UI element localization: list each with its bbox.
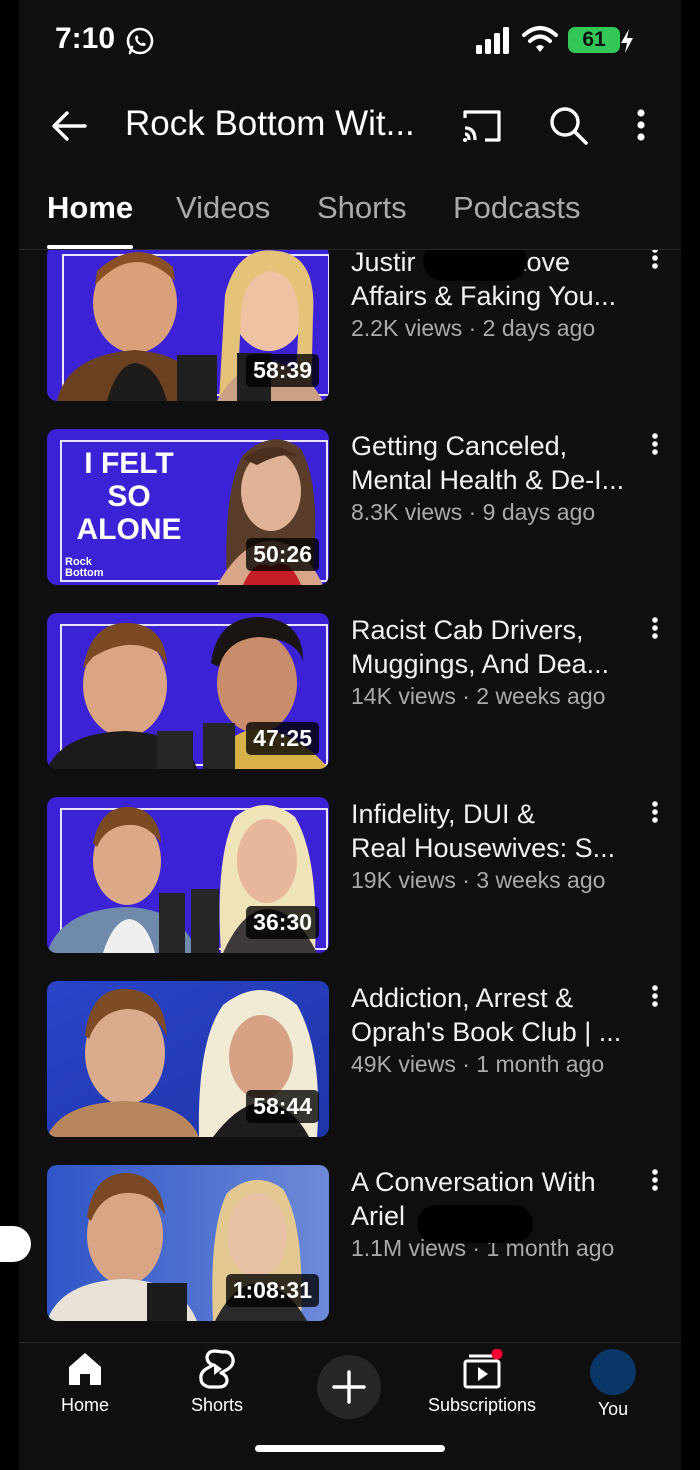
cast-icon[interactable]	[461, 106, 503, 146]
more-vert-icon[interactable]	[645, 799, 665, 829]
thumb-text: ALONE	[77, 513, 182, 546]
video-title[interactable]: Addiction, Arrest & Oprah's Book Club | …	[351, 981, 641, 1049]
thumb-text: SO	[107, 480, 150, 513]
video-meta[interactable]: Justir Love Affairs & Faking You... 2.2K …	[351, 250, 641, 343]
video-title[interactable]: Infidelity, DUI & Real Housewives: S...	[351, 797, 641, 865]
video-duration: 58:39	[246, 354, 319, 387]
video-thumbnail[interactable]: 36:30	[47, 797, 329, 953]
video-duration: 50:26	[246, 538, 319, 571]
create-button[interactable]	[317, 1355, 381, 1419]
video-meta[interactable]: Infidelity, DUI & Real Housewives: S... …	[351, 797, 641, 895]
video-list[interactable]: 58:39 Justir Love Affairs & Faking You...…	[19, 250, 681, 1342]
title-line-1: Infidelity, DUI &	[351, 799, 536, 829]
list-item[interactable]: 1:08:31 A Conversation With Ariel 1.1M v…	[19, 1165, 681, 1321]
video-meta[interactable]: Racist Cab Drivers, Muggings, And Dea...…	[351, 613, 641, 711]
title-line-2: Mental Health & De-I...	[351, 465, 625, 495]
title-line-2: Real Housewives: S...	[351, 833, 616, 863]
tab-podcasts[interactable]: Podcasts	[453, 190, 581, 226]
nav-shorts-label: Shorts	[190, 1395, 244, 1415]
video-stats: 8.3K views · 9 days ago	[351, 499, 596, 525]
video-meta[interactable]: Getting Canceled, Mental Health & De-I..…	[351, 429, 641, 527]
youtube-channel-screen: 7:10 61 Rock Bottom Wit... Home Videos S…	[19, 0, 681, 1470]
channel-header: Rock Bottom Wit...	[19, 88, 681, 168]
charging-bolt-icon	[621, 29, 633, 53]
more-vert-icon[interactable]	[645, 1167, 665, 1197]
more-vert-icon[interactable]	[645, 983, 665, 1013]
video-thumbnail[interactable]: 47:25	[47, 613, 329, 769]
video-duration: 58:44	[246, 1090, 319, 1123]
video-duration: 1:08:31	[225, 1274, 319, 1307]
subscriptions-icon	[463, 1349, 503, 1389]
video-thumbnail[interactable]: 58:44	[47, 981, 329, 1137]
nav-subscriptions-label: Subscriptions	[427, 1395, 537, 1415]
video-thumbnail[interactable]: 1:08:31	[47, 1165, 329, 1321]
status-time: 7:10	[55, 22, 116, 55]
title-line-2: Muggings, And Dea...	[351, 649, 610, 679]
battery-icon: 61	[568, 27, 620, 53]
create-plus-icon	[332, 1370, 366, 1404]
video-thumbnail[interactable]: 58:39	[47, 250, 329, 401]
tab-home[interactable]: Home	[47, 190, 133, 226]
nav-you-label[interactable]: You	[573, 1399, 653, 1420]
channel-title: Rock Bottom Wit...	[125, 104, 415, 143]
whatsapp-icon	[126, 27, 154, 55]
status-bar: 7:10 61	[19, 0, 681, 80]
title-line-2: Affairs & Faking You...	[351, 281, 617, 311]
video-meta[interactable]: Addiction, Arrest & Oprah's Book Club | …	[351, 981, 641, 1079]
redaction-mark	[417, 1205, 533, 1243]
search-icon[interactable]	[547, 104, 589, 146]
home-indicator	[255, 1445, 445, 1452]
thumb-text: I FELT	[84, 447, 173, 480]
redaction-mark	[423, 250, 527, 281]
title-line-2: Oprah's Book Club | ...	[351, 1017, 622, 1047]
title-line-1: Racist Cab Drivers,	[351, 615, 584, 645]
shorts-icon	[199, 1349, 235, 1389]
wifi-icon	[522, 26, 558, 52]
video-stats: 2.2K views · 2 days ago	[351, 315, 596, 341]
video-duration: 36:30	[246, 906, 319, 939]
title-segment: Justir	[351, 250, 416, 277]
channel-tabs: Home Videos Shorts Podcasts	[19, 180, 681, 250]
bottom-navigation: Home Shorts Subscriptions You	[19, 1342, 681, 1470]
list-item[interactable]: 58:39 Justir Love Affairs & Faking You...…	[19, 250, 681, 401]
nav-shorts[interactable]: Shorts	[157, 1349, 277, 1416]
title-line-1: A Conversation With	[351, 1167, 596, 1197]
thumb-logo: Bottom	[65, 567, 104, 579]
signal-icon	[476, 27, 509, 54]
video-title[interactable]: Getting Canceled, Mental Health & De-I..…	[351, 429, 641, 497]
tab-videos[interactable]: Videos	[176, 190, 270, 226]
active-tab-indicator	[47, 245, 133, 249]
nav-home-label: Home	[60, 1395, 109, 1415]
nav-home[interactable]: Home	[25, 1349, 145, 1416]
back-arrow-icon[interactable]	[49, 106, 89, 146]
more-vert-icon[interactable]	[645, 431, 665, 461]
tab-shorts[interactable]: Shorts	[317, 190, 407, 226]
video-stats: 14K views · 2 weeks ago	[351, 683, 606, 709]
more-vert-icon[interactable]	[629, 104, 653, 146]
list-item[interactable]: I FELT SO ALONE Rock Bottom 50:26 Gettin…	[19, 429, 681, 585]
more-vert-icon[interactable]	[645, 615, 665, 645]
video-meta[interactable]: A Conversation With Ariel 1.1M views · 1…	[351, 1165, 641, 1263]
more-vert-icon[interactable]	[645, 250, 665, 275]
video-stats: 19K views · 3 weeks ago	[351, 867, 606, 893]
list-item[interactable]: 47:25 Racist Cab Drivers, Muggings, And …	[19, 613, 681, 769]
home-icon	[69, 1353, 101, 1385]
video-title[interactable]: Racist Cab Drivers, Muggings, And Dea...	[351, 613, 641, 681]
list-item[interactable]: 36:30 Infidelity, DUI & Real Housewives:…	[19, 797, 681, 953]
video-stats: 49K views · 1 month ago	[351, 1051, 605, 1077]
video-duration: 47:25	[246, 722, 319, 755]
title-line-1: Addiction, Arrest &	[351, 983, 574, 1013]
list-item[interactable]: 58:44 Addiction, Arrest & Oprah's Book C…	[19, 981, 681, 1137]
avatar[interactable]	[590, 1349, 636, 1395]
nav-subscriptions[interactable]: Subscriptions	[422, 1349, 542, 1416]
video-thumbnail[interactable]: I FELT SO ALONE Rock Bottom 50:26	[47, 429, 329, 585]
title-line-1: Getting Canceled,	[351, 431, 568, 461]
